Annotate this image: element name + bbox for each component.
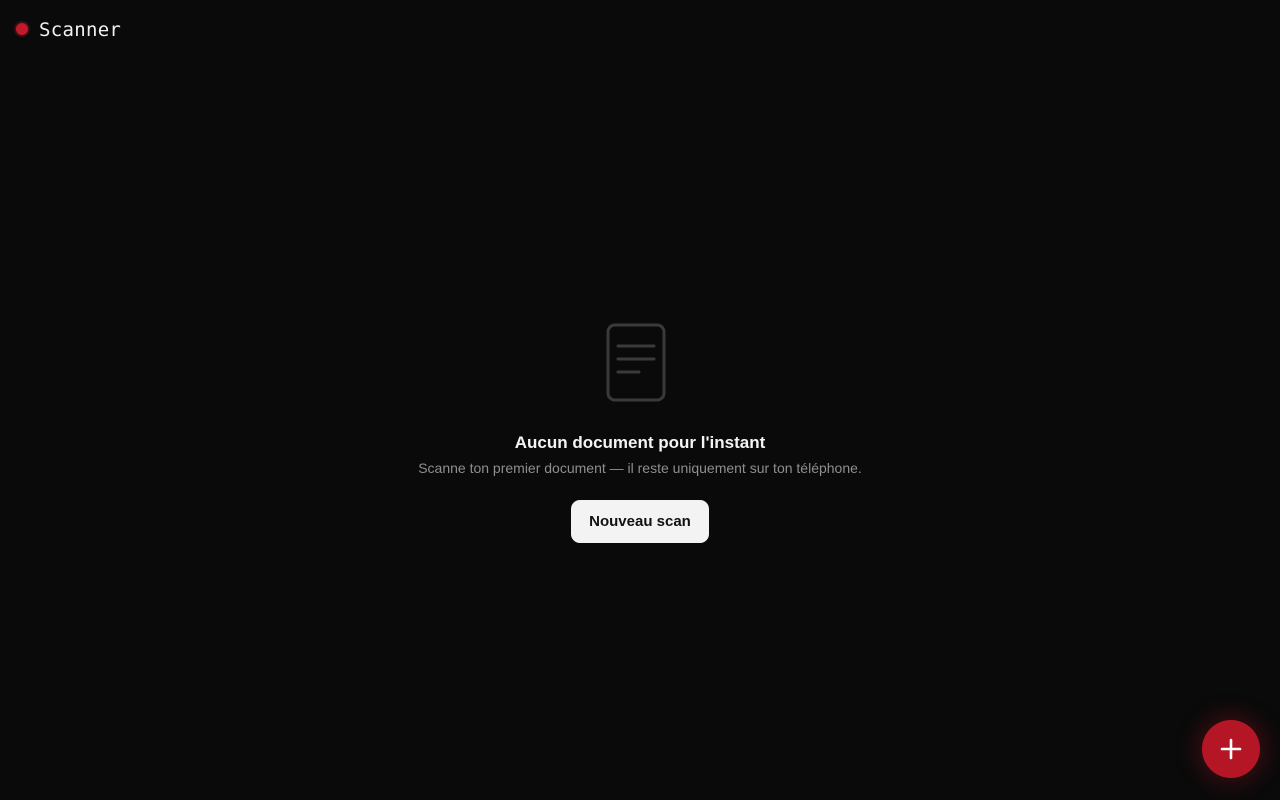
app-header: Scanner [14,16,121,42]
empty-state-title: Aucun document pour l'instant [514,433,766,452]
add-scan-fab-button[interactable] [1202,720,1260,778]
document-icon [606,323,666,402]
new-scan-button[interactable]: Nouveau scan [571,500,709,543]
record-dot-inner [16,23,28,35]
empty-state-subtitle: Scanne ton premier document — il reste u… [418,460,862,476]
app-title: Scanner [39,19,122,41]
empty-state: Aucun document pour l'instant Scanne ton… [0,322,1280,543]
plus-icon [1220,738,1242,760]
record-dot-icon [14,21,30,37]
